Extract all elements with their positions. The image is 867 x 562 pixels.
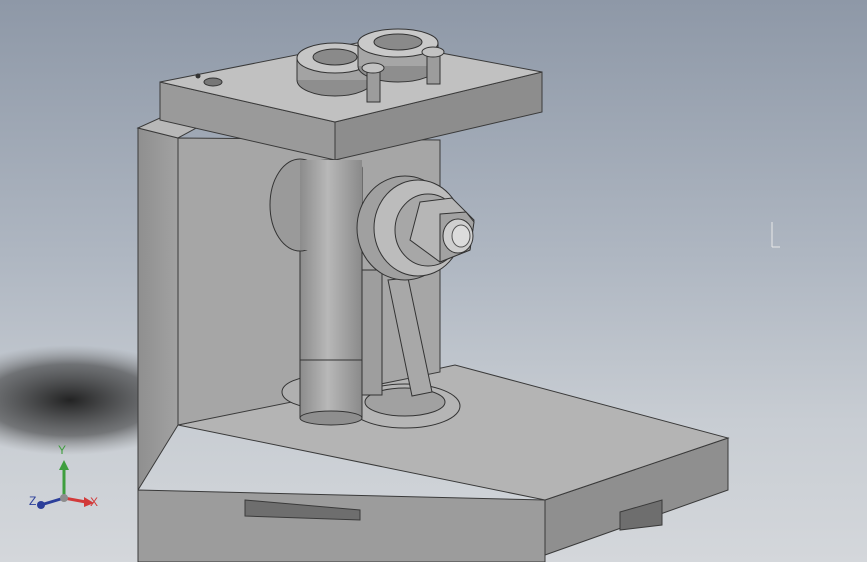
axis-z-label: Z	[29, 494, 37, 508]
axis-triad-icon[interactable]: Y X Z	[28, 442, 102, 512]
fixture-model-icon[interactable]	[0, 0, 867, 562]
cursor-marker-icon	[771, 222, 780, 248]
axis-x-label: X	[90, 495, 99, 509]
graphics-viewport[interactable]: Y X Z	[0, 0, 867, 562]
axis-y-label: Y	[58, 443, 67, 457]
upright-side-face	[137, 127, 179, 492]
base-front-face	[137, 489, 546, 562]
